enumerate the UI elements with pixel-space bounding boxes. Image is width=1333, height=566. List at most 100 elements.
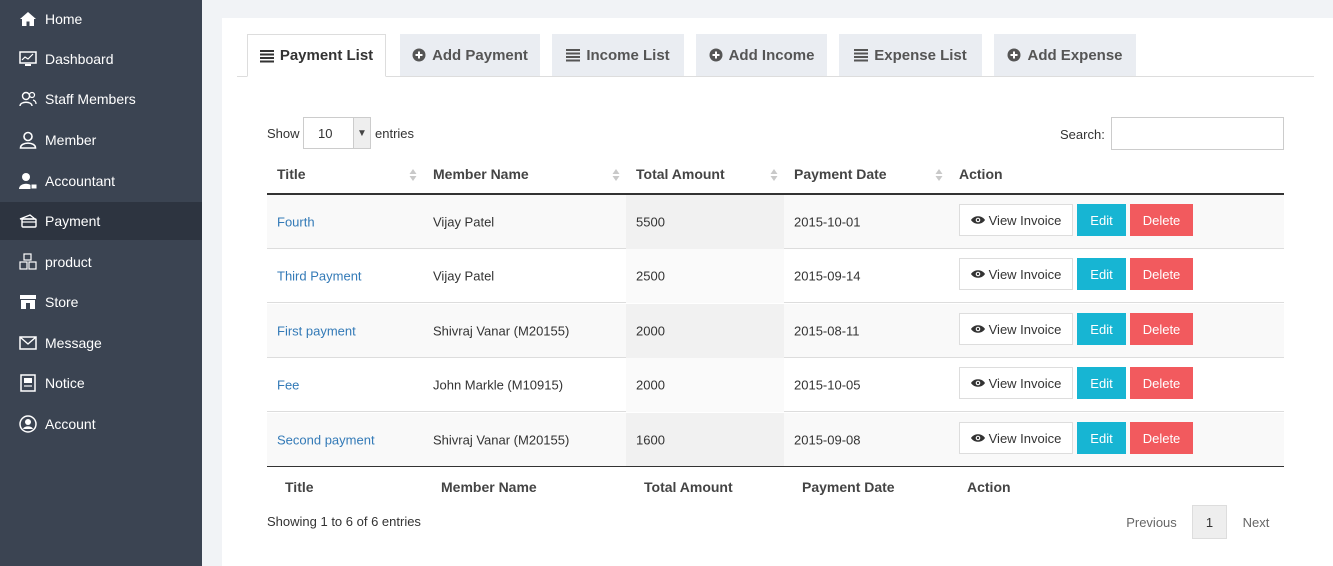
column-footer-title: Title (285, 479, 314, 495)
view-invoice-button[interactable]: View Invoice (959, 422, 1073, 454)
sidebar-item-label: Store (45, 294, 79, 310)
sort-icon[interactable] (409, 168, 417, 182)
sidebar-item-store[interactable]: Store (0, 283, 202, 321)
view-invoice-label: View Invoice (988, 375, 1062, 391)
eye-icon (970, 434, 985, 442)
tab-label: Expense List (874, 46, 967, 64)
table-row: Third Payment Vijay Patel 2500 2015-09-1… (267, 249, 1284, 303)
edit-button[interactable]: Edit (1077, 258, 1126, 290)
chevron-down-icon: ▼ (353, 118, 370, 148)
table-footer-divider (267, 466, 1284, 467)
sidebar-item-account[interactable]: Account (0, 405, 202, 443)
eye-icon (970, 379, 985, 387)
view-invoice-button[interactable]: View Invoice (959, 258, 1073, 290)
envelope-icon (18, 333, 38, 353)
list-icon (259, 49, 274, 63)
edit-button[interactable]: Edit (1077, 204, 1126, 236)
column-header-title[interactable]: Title (277, 166, 306, 182)
payment-title-link[interactable]: Fourth (277, 214, 315, 229)
home-icon (18, 9, 38, 29)
tab-payment-list[interactable]: Payment List (247, 34, 386, 77)
table-row: Fee John Markle (M10915) 2000 2015-10-05… (267, 358, 1284, 412)
sidebar-item-notice[interactable]: Notice (0, 364, 202, 402)
delete-button[interactable]: Delete (1130, 422, 1193, 454)
view-invoice-button[interactable]: View Invoice (959, 313, 1073, 345)
sidebar-item-message[interactable]: Message (0, 324, 202, 362)
edit-button[interactable]: Edit (1077, 367, 1126, 399)
sidebar-item-member[interactable]: Member (0, 121, 202, 159)
member-name: John Markle (M10915) (433, 377, 564, 392)
tabs-divider (237, 76, 1314, 77)
list-icon (854, 48, 869, 62)
monitor-icon (18, 49, 38, 69)
column-footer-action: Action (967, 479, 1011, 495)
view-invoice-button[interactable]: View Invoice (959, 367, 1073, 399)
payment-date: 2015-08-11 (794, 323, 860, 338)
sort-icon[interactable] (770, 168, 778, 182)
sidebar-item-label: Account (45, 416, 96, 432)
users-icon (18, 89, 38, 109)
column-header-total-amount[interactable]: Total Amount (636, 166, 725, 182)
column-footer-payment-date: Payment Date (802, 479, 895, 495)
accountant-icon (18, 171, 38, 191)
plus-circle-icon (412, 48, 426, 62)
tab-expense-list[interactable]: Expense List (839, 34, 982, 76)
sidebar-item-label: Member (45, 132, 97, 148)
sidebar-item-dashboard[interactable]: Dashboard (0, 40, 202, 78)
pagination-page-1[interactable]: 1 (1192, 505, 1227, 539)
delete-button[interactable]: Delete (1130, 313, 1193, 345)
delete-button[interactable]: Delete (1130, 367, 1193, 399)
tab-add-income[interactable]: Add Income (696, 34, 827, 76)
search-input[interactable] (1111, 117, 1284, 150)
store-icon (18, 292, 38, 312)
notice-icon (18, 373, 38, 393)
sidebar-item-payment[interactable]: Payment (0, 202, 202, 240)
view-invoice-label: View Invoice (988, 266, 1062, 282)
column-footer-total-amount: Total Amount (644, 479, 733, 495)
view-invoice-label: View Invoice (988, 212, 1062, 228)
sort-icon[interactable] (612, 168, 620, 182)
tab-income-list[interactable]: Income List (552, 34, 684, 76)
table-row: First payment Shivraj Vanar (M20155) 200… (267, 304, 1284, 358)
search-label: Search: (1060, 127, 1105, 142)
sidebar-item-home[interactable]: Home (0, 0, 202, 38)
total-amount: 1600 (636, 432, 665, 448)
table-row: Fourth Vijay Patel 5500 2015-10-01 View … (267, 195, 1284, 249)
tab-label: Payment List (279, 47, 374, 64)
sidebar-item-label: Payment (45, 213, 101, 229)
delete-button[interactable]: Delete (1130, 258, 1193, 290)
sidebar-item-label: Home (45, 11, 83, 27)
payment-date: 2015-09-14 (794, 268, 861, 283)
payment-icon (18, 211, 38, 231)
view-invoice-label: View Invoice (988, 321, 1062, 337)
tab-add-expense[interactable]: Add Expense (994, 34, 1136, 76)
sidebar-item-label: product (45, 254, 92, 270)
column-header-payment-date[interactable]: Payment Date (794, 166, 887, 182)
payment-title-link[interactable]: First payment (277, 323, 356, 338)
sidebar-item-accountant[interactable]: Accountant (0, 162, 202, 200)
total-amount: 2000 (636, 377, 665, 392)
tab-label: Add Payment (432, 46, 528, 64)
payment-title-link[interactable]: Second payment (277, 433, 375, 448)
entries-label: entries (375, 126, 415, 141)
sidebar-item-staff-members[interactable]: Staff Members (0, 80, 202, 118)
pagination-next[interactable]: Next (1231, 505, 1281, 539)
view-invoice-button[interactable]: View Invoice (959, 204, 1073, 236)
payment-date: 2015-10-05 (794, 377, 861, 392)
pagination-previous[interactable]: Previous (1115, 505, 1188, 539)
edit-button[interactable]: Edit (1077, 313, 1126, 345)
column-header-member-name[interactable]: Member Name (433, 166, 529, 182)
eye-icon (970, 216, 985, 224)
edit-button[interactable]: Edit (1077, 422, 1126, 454)
sort-icon[interactable] (935, 168, 943, 182)
eye-icon (970, 325, 985, 333)
tab-add-payment[interactable]: Add Payment (400, 34, 540, 76)
payment-title-link[interactable]: Fee (277, 377, 299, 392)
list-icon (566, 48, 581, 62)
page-size-select[interactable]: 10 ▼ (303, 117, 371, 149)
payment-title-link[interactable]: Third Payment (277, 268, 362, 283)
delete-button[interactable]: Delete (1130, 204, 1193, 236)
table-info: Showing 1 to 6 of 6 entries (267, 514, 421, 529)
sidebar-item-product[interactable]: product (0, 243, 202, 281)
sidebar-item-label: Dashboard (45, 51, 114, 67)
